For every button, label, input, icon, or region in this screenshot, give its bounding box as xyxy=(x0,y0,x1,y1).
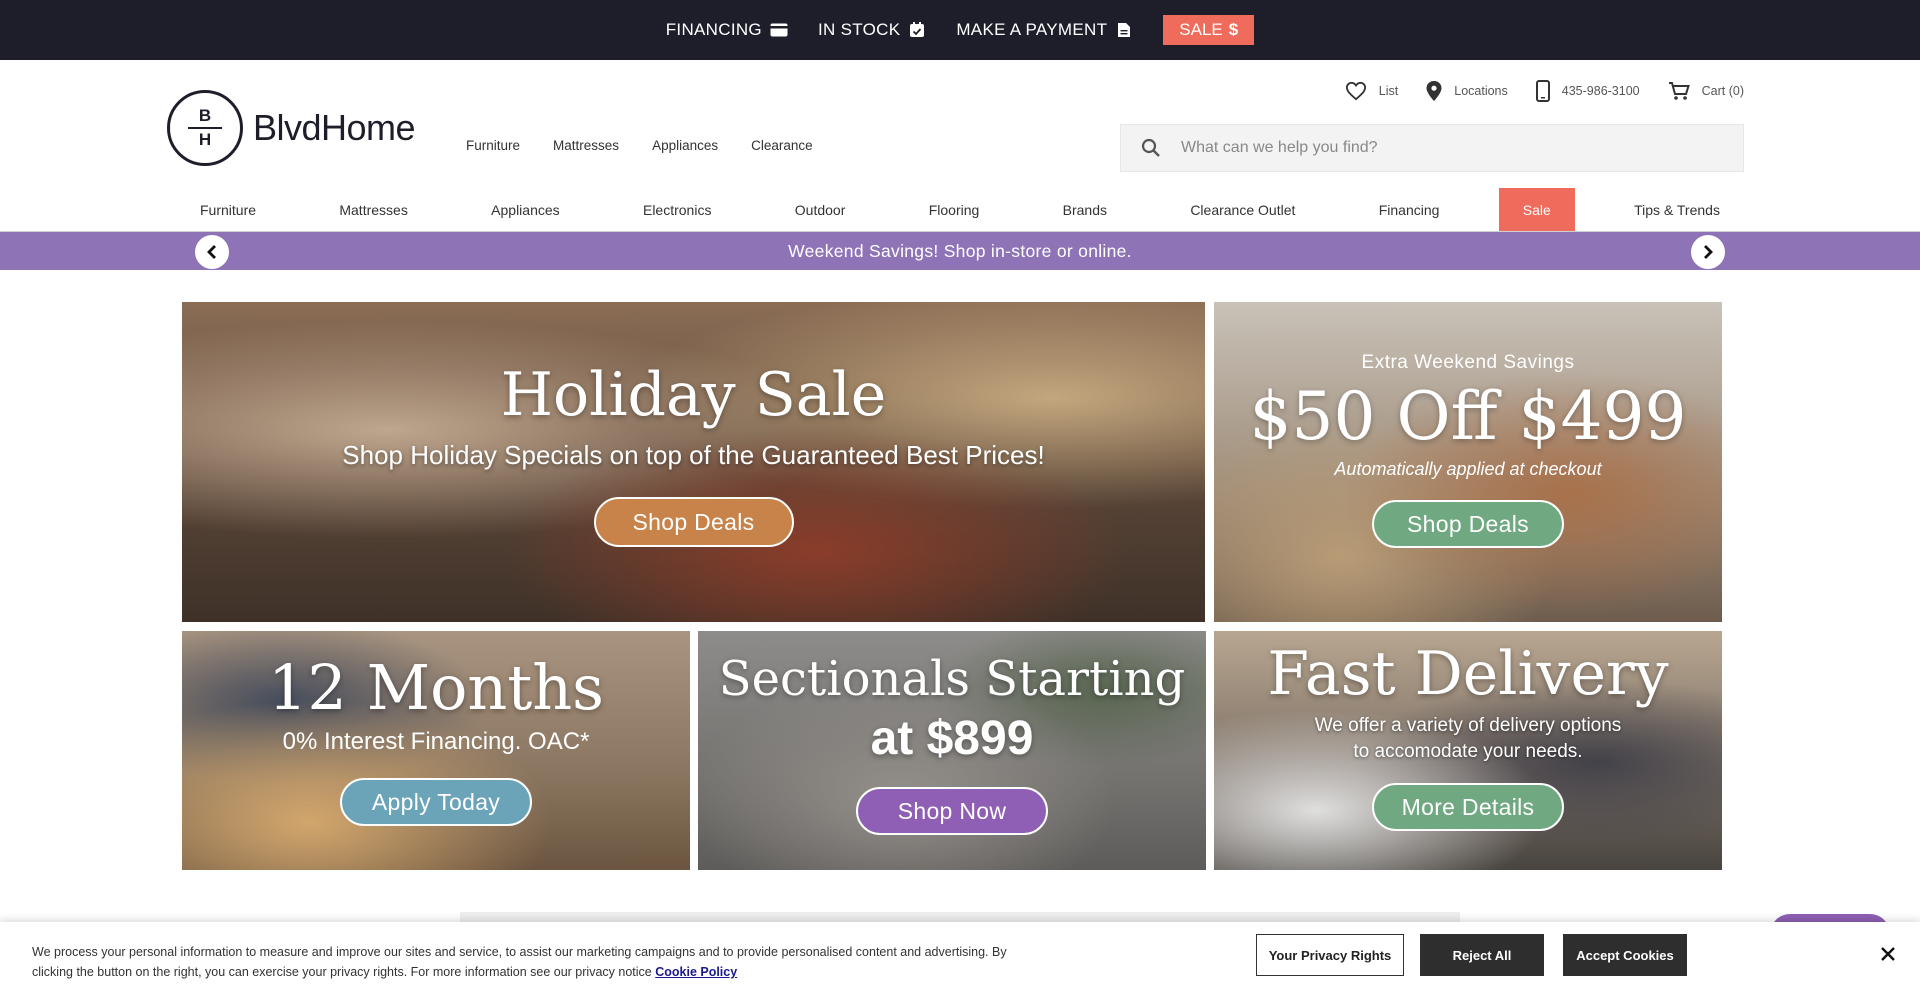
in-stock-label: IN STOCK xyxy=(817,20,901,39)
promo-bar: Weekend Savings! Shop in-store or online… xyxy=(0,232,1920,270)
in-stock-link[interactable]: IN STOCK xyxy=(818,20,926,40)
accept-cookies-button[interactable]: Accept Cookies xyxy=(1563,934,1687,976)
brand-logo[interactable]: B H BlvdHome xyxy=(167,90,416,166)
header-nav-clearance[interactable]: Clearance xyxy=(751,138,813,153)
header-nav: Furniture Mattresses Appliances Clearanc… xyxy=(466,138,813,153)
nav-item-mattresses[interactable]: Mattresses xyxy=(315,188,431,232)
weekend-kicker: Extra Weekend Savings xyxy=(1361,352,1575,373)
make-payment-link[interactable]: MAKE A PAYMENT xyxy=(956,20,1133,40)
holiday-sale-banner[interactable]: Holiday Sale Shop Holiday Specials on to… xyxy=(182,302,1205,622)
financing-banner[interactable]: 12 Months 0% Interest Financing. OAC* Ap… xyxy=(182,631,690,870)
weekend-title: $50 Off $499 xyxy=(1249,378,1687,455)
nav-item-outdoor[interactable]: Outdoor xyxy=(771,188,870,232)
sectionals-title-line2: at $899 xyxy=(870,712,1034,765)
search-input[interactable] xyxy=(1181,139,1721,157)
reject-all-button[interactable]: Reject All xyxy=(1420,934,1544,976)
logo-divider xyxy=(188,127,222,129)
logo-letter-h: H xyxy=(198,130,212,149)
more-details-button[interactable]: More Details xyxy=(1372,783,1564,831)
weekend-savings-banner[interactable]: Extra Weekend Savings $50 Off $499 Autom… xyxy=(1214,302,1722,622)
financing-title: 12 Months xyxy=(267,651,604,724)
weekend-shop-deals-button[interactable]: Shop Deals xyxy=(1372,500,1564,548)
header-nav-appliances[interactable]: Appliances xyxy=(652,138,718,153)
holiday-title: Holiday Sale xyxy=(500,360,887,430)
logo-letter-b: B xyxy=(198,106,212,125)
document-icon xyxy=(1118,23,1131,37)
cookie-text-line2: clicking the button on the right, you ca… xyxy=(32,965,652,979)
map-pin-icon xyxy=(1426,81,1442,101)
main-nav: Furniture Mattresses Appliances Electron… xyxy=(176,188,1744,232)
holiday-shop-deals-button[interactable]: Shop Deals xyxy=(593,497,794,547)
delivery-banner[interactable]: Fast Delivery We offer a variety of deli… xyxy=(1214,631,1722,870)
delivery-title: Fast Delivery xyxy=(1267,639,1669,709)
header-nav-furniture[interactable]: Furniture xyxy=(466,138,520,153)
financing-link[interactable]: FINANCING xyxy=(666,20,788,40)
wishlist-link[interactable]: List xyxy=(1345,81,1398,101)
dollar-icon: $ xyxy=(1228,20,1239,39)
search-bar xyxy=(1120,124,1744,172)
cookie-notice-text: We process your personal information to … xyxy=(32,942,1072,982)
nav-item-electronics[interactable]: Electronics xyxy=(619,188,735,232)
phone-icon xyxy=(1535,80,1550,102)
shop-now-button[interactable]: Shop Now xyxy=(856,787,1048,835)
chevron-right-icon xyxy=(1704,245,1713,259)
chevron-left-icon xyxy=(207,245,216,259)
top-utility-bar: FINANCING IN STOCK MAKE A PAYMENT SALE $ xyxy=(0,0,1920,60)
heart-icon xyxy=(1345,81,1366,101)
nav-item-tips-trends[interactable]: Tips & Trends xyxy=(1610,188,1744,232)
header-utilities: List Locations 435-986-3100 Cart (0) xyxy=(1345,80,1744,102)
delivery-subtitle-line2: to accomodate your needs. xyxy=(1353,741,1583,762)
delivery-subtitle-line1: We offer a variety of delivery options xyxy=(1314,715,1622,736)
cart-icon xyxy=(1668,82,1690,100)
nav-item-furniture[interactable]: Furniture xyxy=(176,188,280,232)
header-nav-mattresses[interactable]: Mattresses xyxy=(553,138,619,153)
weekend-subtitle: Automatically applied at checkout xyxy=(1334,459,1602,479)
make-payment-label: MAKE A PAYMENT xyxy=(956,20,1108,39)
nav-item-brands[interactable]: Brands xyxy=(1039,188,1131,232)
financing-subtitle: 0% Interest Financing. OAC* xyxy=(282,728,590,755)
apply-today-button[interactable]: Apply Today xyxy=(340,778,532,826)
promo-text[interactable]: Weekend Savings! Shop in-store or online… xyxy=(788,241,1132,262)
sale-label: SALE xyxy=(1179,20,1223,39)
phone-number: 435-986-3100 xyxy=(1561,84,1640,98)
calendar-check-icon xyxy=(910,22,925,37)
logo-name: BlvdHome xyxy=(253,107,416,148)
privacy-rights-button[interactable]: Your Privacy Rights xyxy=(1256,934,1404,976)
promo-prev-button[interactable] xyxy=(195,235,229,269)
holiday-subtitle: Shop Holiday Specials on top of the Guar… xyxy=(342,440,1045,470)
sale-link[interactable]: SALE $ xyxy=(1163,15,1255,45)
cookie-text-line1: We process your personal information to … xyxy=(32,945,1007,959)
search-icon[interactable] xyxy=(1121,138,1181,158)
nav-item-sale[interactable]: Sale xyxy=(1498,188,1575,232)
financing-label: FINANCING xyxy=(665,20,762,39)
logo-mark: B H xyxy=(167,90,243,166)
locations-link[interactable]: Locations xyxy=(1426,81,1508,101)
nav-item-financing[interactable]: Financing xyxy=(1355,188,1464,232)
nav-item-appliances[interactable]: Appliances xyxy=(467,188,584,232)
close-icon[interactable] xyxy=(1876,942,1900,966)
promo-next-button[interactable] xyxy=(1691,235,1725,269)
cart-link[interactable]: Cart (0) xyxy=(1668,81,1744,101)
phone-link[interactable]: 435-986-3100 xyxy=(1535,80,1640,102)
cart-label: Cart (0) xyxy=(1701,84,1744,98)
credit-card-icon xyxy=(770,23,788,37)
locations-label: Locations xyxy=(1454,84,1508,98)
sectionals-title-line1: Sectionals Starting xyxy=(718,651,1186,707)
wishlist-label: List xyxy=(1378,84,1399,98)
cookie-consent-bar: We process your personal information to … xyxy=(0,922,1920,993)
sectionals-banner[interactable]: Sectionals Starting at $899 Shop Now xyxy=(698,631,1206,870)
nav-item-clearance-outlet[interactable]: Clearance Outlet xyxy=(1166,188,1319,232)
nav-item-flooring[interactable]: Flooring xyxy=(905,188,1004,232)
cookie-policy-link[interactable]: Cookie Policy xyxy=(655,965,737,979)
